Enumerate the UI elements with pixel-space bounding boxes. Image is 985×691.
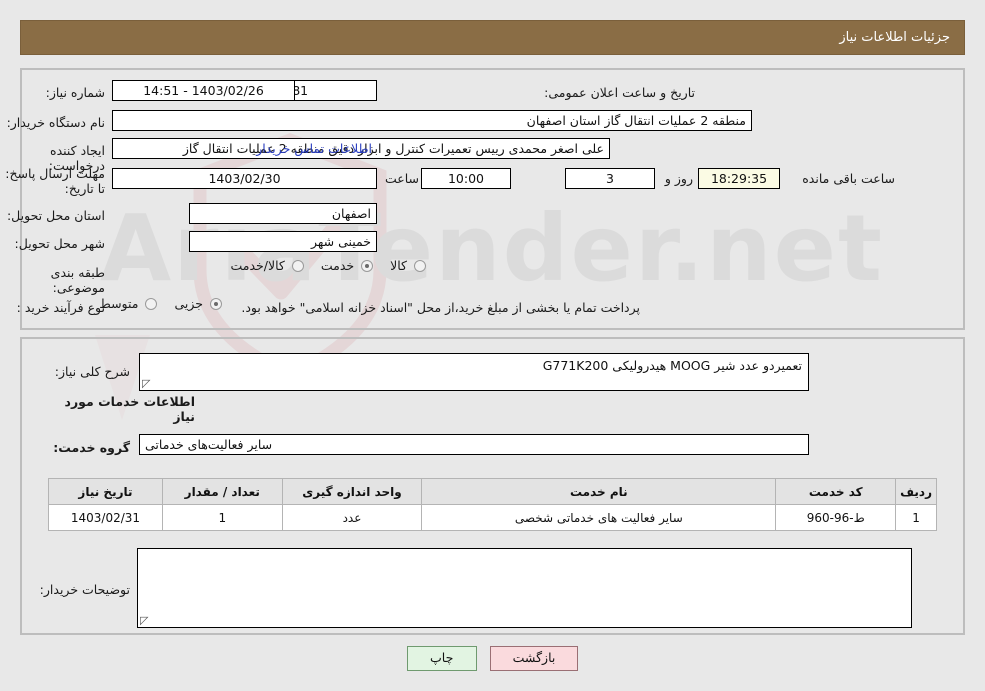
remaining-time-value: 18:29:35	[698, 168, 780, 189]
col-row-no: ردیف	[895, 478, 937, 505]
buyer-notes-textarea[interactable]: ◹	[137, 548, 912, 628]
table-header-row: ردیف کد خدمت نام خدمت واحد اندازه گیری ت…	[48, 478, 937, 505]
process-radio-motavaset-label: متوسط	[99, 296, 139, 311]
resize-grip-icon[interactable]: ◹	[140, 614, 148, 627]
process-radio-motavaset[interactable]: متوسط	[99, 296, 160, 311]
buyer-contact-link[interactable]: اطلاعات تماس خریدار	[256, 141, 372, 156]
radio-icon[interactable]	[414, 259, 426, 272]
process-type-radio-group[interactable]: جزیی متوسط	[99, 296, 225, 311]
services-info-title: اطلاعات خدمات مورد نیاز	[64, 394, 195, 424]
process-type-label: نوع فرآیند خرید :	[16, 300, 105, 315]
col-unit: واحد اندازه گیری	[281, 478, 423, 505]
col-need-date: تاریخ نیاز	[48, 478, 163, 505]
category-radio-kala-khedmat[interactable]: کالا/خدمت	[230, 258, 306, 273]
category-label: طبقه بندی موضوعی:	[50, 265, 105, 295]
col-service-code: کد خدمت	[775, 478, 897, 505]
remaining-days-label: روز و	[664, 171, 693, 186]
cell-service-code: ط-96-960	[775, 504, 897, 531]
public-announce-label: تاریخ و ساعت اعلان عمومی:	[544, 85, 695, 100]
page-title: جزئیات اطلاعات نیاز	[839, 30, 950, 45]
cell-quantity: 1	[161, 504, 283, 531]
radio-icon[interactable]	[361, 259, 374, 272]
col-service-name: نام خدمت	[421, 478, 777, 505]
process-radio-jozee[interactable]: جزیی	[174, 296, 225, 311]
need-number-label: شماره نیاز:	[45, 85, 105, 100]
resize-grip-icon[interactable]: ◹	[142, 377, 150, 390]
page-root: AriaTender.net جزئیات اطلاعات نیاز شماره…	[0, 0, 985, 691]
remaining-days-value: 3	[565, 168, 655, 189]
buyer-org-label: نام دستگاه خریدار:	[6, 115, 105, 130]
need-info-panel	[20, 68, 965, 330]
public-announce-value: 1403/02/26 - 14:51	[112, 80, 295, 101]
service-group-label: گروه خدمت:	[53, 440, 130, 455]
province-value: اصفهان	[189, 203, 377, 224]
general-desc-value: تعمیردو عدد شیر MOOG هیدرولیکی G771K200	[542, 358, 802, 373]
city-value: خمینی شهر	[189, 231, 377, 252]
deadline-label: مهلت ارسال پاسخ: تا تاریخ:	[5, 166, 105, 196]
cell-unit: عدد	[281, 504, 423, 531]
buyer-notes-label: توضیحات خریدار:	[39, 582, 130, 597]
deadline-hour-label: ساعت	[384, 171, 419, 186]
service-group-value: سایر فعالیت‌های خدماتی	[139, 434, 809, 455]
category-radio-khedmat-label: خدمت	[320, 258, 355, 273]
general-desc-label: شرح کلی نیاز:	[54, 364, 130, 379]
category-radio-group[interactable]: کالا خدمت کالا/خدمت	[230, 258, 429, 273]
deadline-date-value: 1403/02/30	[112, 168, 377, 189]
back-button[interactable]: بازگشت	[489, 646, 579, 671]
city-label: شهر محل تحویل:	[14, 236, 105, 251]
category-radio-kala[interactable]: کالا	[390, 258, 429, 273]
buyer-org-value: منطقه 2 عملیات انتقال گاز استان اصفهان	[112, 110, 752, 131]
payment-note: پرداخت تمام یا بخشی از مبلغ خرید،از محل …	[241, 300, 640, 315]
col-quantity: تعداد / مقدار	[161, 478, 283, 505]
general-desc-textarea[interactable]: تعمیردو عدد شیر MOOG هیدرولیکی G771K200 …	[139, 353, 809, 391]
action-buttons: بازگشت چاپ	[0, 646, 985, 671]
process-radio-jozee-label: جزیی	[174, 296, 203, 311]
print-button[interactable]: چاپ	[406, 646, 477, 671]
table-row: 1 ط-96-960 سایر فعالیت های خدماتی شخصی ع…	[48, 504, 937, 531]
services-table: ردیف کد خدمت نام خدمت واحد اندازه گیری ت…	[48, 478, 937, 531]
radio-icon[interactable]	[210, 297, 222, 310]
deadline-hour-value: 10:00	[421, 168, 511, 189]
category-radio-khedmat[interactable]: خدمت	[321, 258, 376, 273]
cell-row-no: 1	[895, 504, 937, 531]
remaining-time-label: ساعت باقی مانده	[802, 171, 895, 186]
category-radio-kala-label: کالا	[390, 258, 407, 273]
province-label: استان محل تحویل:	[6, 208, 105, 223]
category-radio-kala-khedmat-label: کالا/خدمت	[230, 258, 285, 273]
cell-need-date: 1403/02/31	[48, 504, 163, 531]
cell-service-name: سایر فعالیت های خدماتی شخصی	[421, 504, 777, 531]
page-header: جزئیات اطلاعات نیاز	[20, 20, 965, 55]
radio-icon[interactable]	[291, 259, 304, 272]
radio-icon[interactable]	[145, 297, 158, 310]
